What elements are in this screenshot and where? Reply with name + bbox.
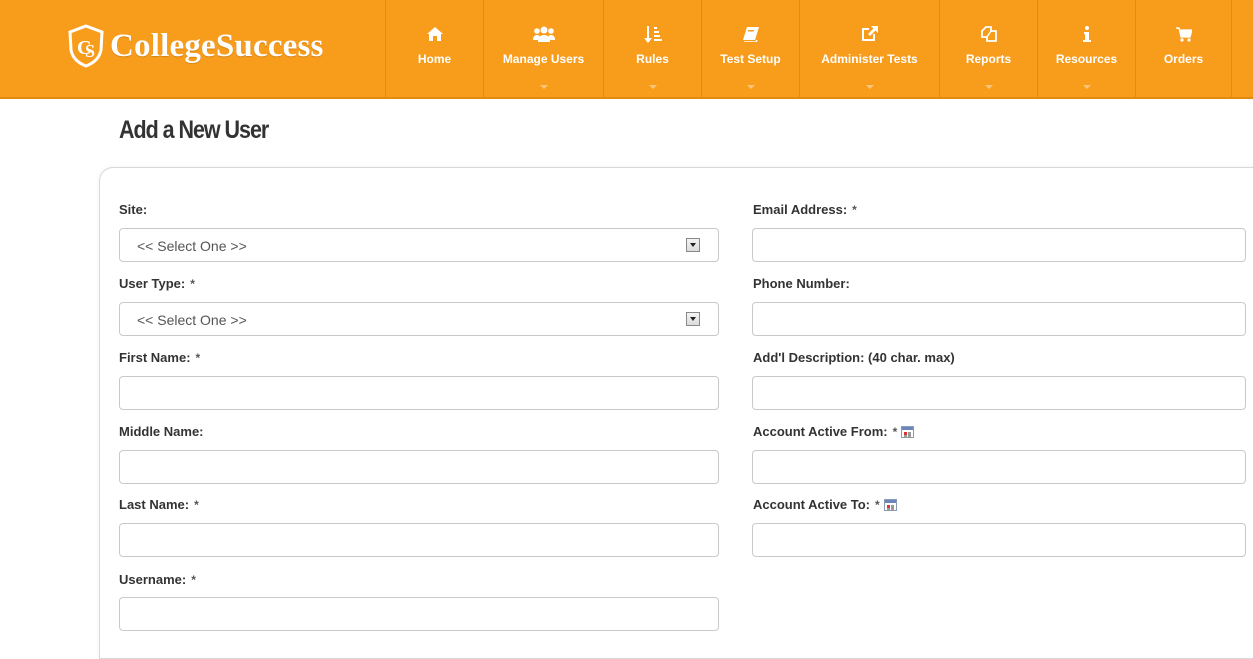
- nav-home[interactable]: Home: [386, 0, 484, 97]
- first-name-input[interactable]: [119, 376, 719, 410]
- last-name-input[interactable]: [119, 523, 719, 557]
- nav-label: Administer Tests: [821, 52, 918, 66]
- active-to-input[interactable]: [752, 523, 1246, 557]
- user-type-select-value: << Select One >>: [137, 312, 247, 328]
- email-input[interactable]: [752, 228, 1246, 262]
- dropdown-arrow-icon[interactable]: [686, 238, 700, 252]
- active-from-input[interactable]: [752, 450, 1246, 484]
- page-title: Add a New User: [119, 116, 269, 144]
- home-icon: [424, 24, 446, 44]
- brand-logo[interactable]: C S CollegeSuccess: [66, 24, 324, 68]
- site-select-value: << Select One >>: [137, 238, 247, 254]
- middle-name-input[interactable]: [119, 450, 719, 484]
- active-to-label-text: Account Active To:: [753, 497, 871, 512]
- users-icon: [532, 24, 555, 44]
- cart-icon: [1173, 24, 1195, 44]
- middle-name-label: Middle Name:: [119, 424, 204, 439]
- first-name-label: First Name: *: [119, 350, 200, 365]
- user-type-label: User Type: *: [119, 276, 195, 291]
- active-from-label: Account Active From: *: [753, 424, 915, 439]
- description-label-text: Add'l Description: (40 char. max): [753, 350, 955, 365]
- last-name-label-text: Last Name:: [119, 497, 190, 512]
- required-marker: *: [194, 497, 199, 512]
- dropdown-caret-icon: [648, 85, 657, 89]
- phone-input[interactable]: [752, 302, 1246, 336]
- required-marker: *: [875, 497, 880, 512]
- description-label: Add'l Description: (40 char. max): [753, 350, 955, 365]
- nav-label: Orders: [1163, 52, 1204, 66]
- nav-label: Resources: [1055, 52, 1118, 66]
- user-type-label-text: User Type:: [119, 276, 186, 291]
- dropdown-caret-icon: [865, 85, 874, 89]
- nav-test-setup[interactable]: Test Setup: [702, 0, 800, 97]
- calendar-icon[interactable]: [901, 425, 915, 438]
- active-to-label: Account Active To: *: [753, 497, 897, 512]
- shield-logo-icon: C S: [68, 24, 104, 68]
- nav-label: Test Setup: [720, 52, 781, 66]
- required-marker: *: [191, 572, 196, 587]
- nav-label: Reports: [965, 52, 1012, 66]
- nav-label: Manage Users: [502, 52, 585, 66]
- top-header: C S CollegeSuccess Home Manage Users Rul…: [0, 0, 1253, 99]
- description-input[interactable]: [752, 376, 1246, 410]
- last-name-label: Last Name: *: [119, 497, 199, 512]
- dropdown-caret-icon: [746, 85, 755, 89]
- nav-resources[interactable]: Resources: [1038, 0, 1136, 97]
- user-type-select[interactable]: << Select One >>: [119, 302, 719, 336]
- dropdown-caret-icon: [1082, 85, 1091, 89]
- email-label-text: Email Address:: [753, 202, 848, 217]
- nav-orders[interactable]: Orders: [1136, 0, 1232, 97]
- nav-reports[interactable]: Reports: [940, 0, 1038, 97]
- main-nav: Home Manage Users Rules Test Setup Admin…: [385, 0, 1232, 97]
- site-label-text: Site:: [119, 202, 148, 217]
- required-marker: *: [892, 424, 898, 439]
- dropdown-caret-icon: [984, 85, 993, 89]
- nav-rules[interactable]: Rules: [604, 0, 702, 97]
- sort-icon: [642, 24, 664, 44]
- brand-name: CollegeSuccess: [110, 27, 324, 64]
- username-label: Username: *: [119, 572, 196, 587]
- external-link-icon: [859, 24, 881, 44]
- email-label: Email Address: *: [753, 202, 857, 217]
- username-label-text: Username:: [119, 572, 187, 587]
- first-name-label-text: First Name:: [119, 350, 191, 365]
- phone-label-text: Phone Number:: [753, 276, 850, 291]
- dropdown-caret-icon: [539, 85, 548, 89]
- username-input[interactable]: [119, 597, 719, 631]
- nav-administer-tests[interactable]: Administer Tests: [800, 0, 940, 97]
- svg-text:S: S: [85, 41, 95, 61]
- phone-label: Phone Number:: [753, 276, 850, 291]
- required-marker: *: [852, 202, 857, 217]
- site-label: Site:: [119, 202, 147, 217]
- required-marker: *: [195, 350, 201, 365]
- book-icon: [740, 24, 762, 44]
- required-marker: *: [190, 276, 195, 291]
- active-from-label-text: Account Active From:: [753, 424, 888, 439]
- calendar-icon[interactable]: [883, 498, 897, 511]
- site-select[interactable]: << Select One >>: [119, 228, 719, 262]
- dropdown-arrow-icon[interactable]: [686, 312, 700, 326]
- nav-label: Rules: [636, 52, 669, 66]
- copy-icon: [978, 24, 1000, 44]
- middle-name-label-text: Middle Name:: [119, 424, 204, 439]
- nav-label: Home: [417, 52, 452, 66]
- info-icon: [1076, 24, 1098, 44]
- nav-manage-users[interactable]: Manage Users: [484, 0, 604, 97]
